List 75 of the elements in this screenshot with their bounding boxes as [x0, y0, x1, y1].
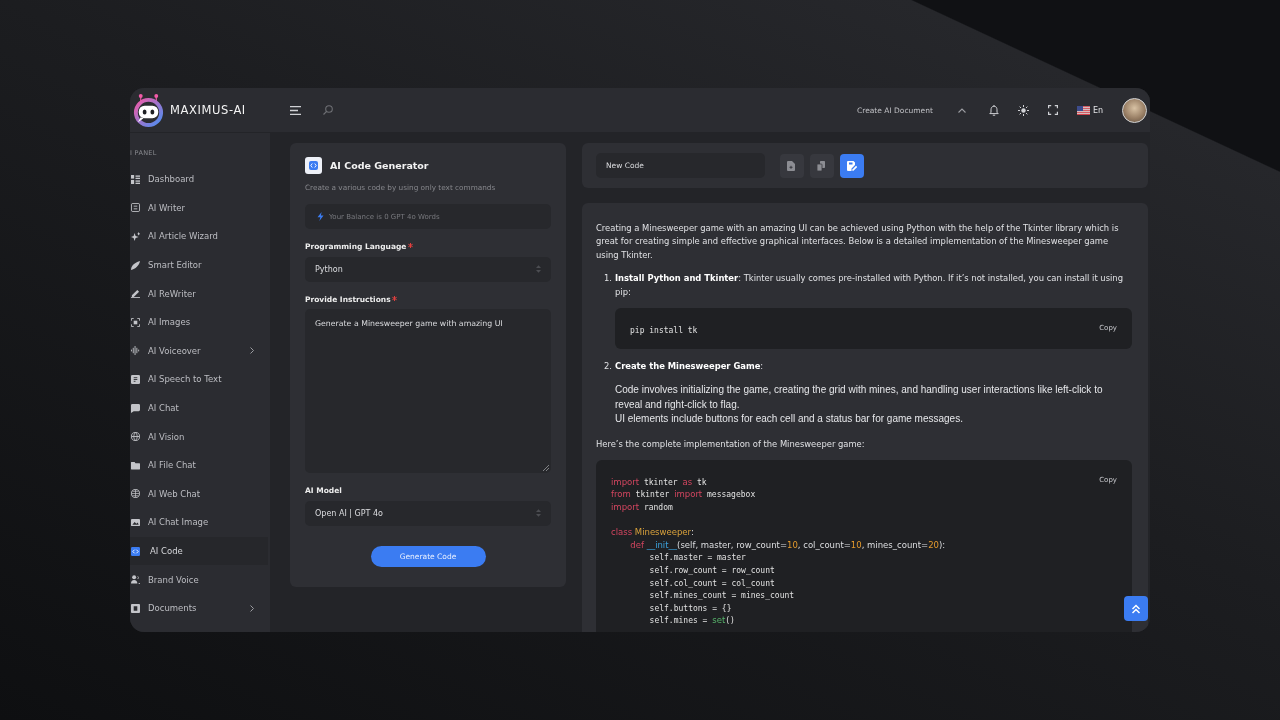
code-icon — [305, 157, 322, 174]
image-icon — [131, 317, 140, 327]
bell-icon[interactable] — [988, 104, 999, 116]
copy-icon — [817, 160, 827, 171]
avatar-placeholder[interactable] — [1122, 97, 1147, 123]
card-title: AI Code Generator — [330, 160, 429, 171]
output-paragraph: Creating a Minesweeper game with an amazing UI can be achieved using Python with the help of the Tkinter library which is great for creating simple and effective graphical interfaces. Below is a detailed implementation of the Minesweeper game using Tkinter. — [596, 222, 1120, 262]
globe-icon — [131, 432, 140, 442]
scroll-top-button[interactable] — [1124, 596, 1148, 621]
globe-icon — [131, 489, 140, 499]
caret-icon — [957, 107, 966, 113]
sidebar-item[interactable]: AI Chat — [130, 393, 268, 423]
file-button[interactable] — [780, 153, 804, 178]
sidebar-item[interactable]: AI ReWriter — [130, 279, 268, 308]
detail-text: UI elements include buttons for each cell and a status bar for game messages. — [615, 412, 964, 427]
code-line: self.master = master — [648, 552, 747, 562]
document-icon — [131, 203, 140, 213]
language-button[interactable]: En — [1076, 105, 1103, 115]
code-line: pip install tk — [630, 324, 699, 335]
edit-document-icon — [847, 160, 857, 171]
code-line: self.buttons = {} — [648, 602, 733, 613]
sidebar-item[interactable]: AI Article Wizard — [130, 222, 268, 251]
code-icon — [131, 546, 140, 556]
double-chevron-up-icon — [1131, 603, 1141, 614]
code-line: from tkinter import messagebox — [611, 488, 757, 499]
list-item-text: Install Python and Tkinter: Tkinter usually comes pre-installed with Python. If it’s not installed, you can install it using pip: — [615, 272, 1124, 299]
code-line: class Minesweeper: — [611, 526, 695, 537]
sidebar-item[interactable]: AI Web Chat — [130, 479, 268, 509]
edit-button[interactable] — [840, 153, 864, 178]
code-line: self.row_count = row_count — [648, 564, 776, 575]
sidebar-item[interactable]: AI Code — [130, 536, 268, 566]
detail-text: Code involves initializing the game, creating the grid with mines, and handling user interactions like left-click to reveal and right-click to flag. — [615, 383, 1104, 412]
sidebar-item[interactable]: AI Voiceover — [130, 336, 268, 366]
sun-icon[interactable] — [1017, 104, 1029, 116]
select-field[interactable]: Python — [305, 256, 551, 282]
sidebar-item[interactable]: Smart Editor — [130, 250, 268, 280]
code-line: self.col_count = col_count — [648, 577, 776, 588]
sidebar-item[interactable]: Brand Voice — [130, 565, 268, 594]
code-line: self.mines_count = mines_count — [648, 590, 796, 600]
resize-handle-icon — [543, 465, 549, 471]
select-field[interactable]: Open AI | GPT 4o — [305, 500, 551, 526]
code-line: self.mines = set() — [648, 614, 736, 625]
list-number: 2. — [603, 360, 613, 373]
code-line: import tkinter as tk — [611, 475, 708, 487]
list-item-text: Create the Minesweeper Game: — [615, 360, 765, 373]
fullscreen-icon[interactable] — [1047, 105, 1058, 115]
waveform-icon — [131, 346, 140, 356]
list-number: 1. — [603, 272, 613, 286]
sidebar-item[interactable]: Dashboard — [130, 165, 268, 194]
sidebar-item[interactable]: AI Writer — [130, 193, 268, 223]
search-icon[interactable] — [323, 105, 333, 115]
sidebar-item[interactable]: Documents — [130, 593, 268, 623]
pencil-icon — [131, 289, 140, 299]
grid-icon — [131, 174, 140, 184]
output-paragraph: Here’s the complete implementation of the Minesweeper game: — [596, 438, 866, 451]
lightning-icon — [317, 212, 324, 221]
code-line: def __init__(self, master, row_count=10, col_count=10, mines_count=20): — [629, 538, 947, 550]
logo-text: MAXIMUS-AI — [170, 103, 246, 117]
sort-arrows-icon — [536, 265, 541, 273]
chat-bubble-icon — [131, 403, 140, 413]
file-icon — [787, 160, 797, 171]
menu-icon[interactable] — [290, 105, 301, 115]
sidebar-item[interactable]: AI Chat Image — [130, 508, 268, 537]
brush-icon — [131, 260, 140, 270]
sidebar-item[interactable]: AI Images — [130, 307, 268, 337]
code-line: import random — [611, 500, 674, 512]
person-icon — [131, 575, 140, 585]
sparkle-icon — [131, 232, 140, 241]
sort-arrows-icon — [536, 509, 541, 517]
sidebar-item[interactable]: AI File Chat — [130, 450, 268, 480]
copy-button[interactable] — [810, 153, 834, 178]
sidebar-item[interactable]: AI Speech to Text — [130, 365, 268, 394]
flag-icon — [1076, 105, 1090, 115]
folder-icon — [131, 460, 140, 470]
sidebar-item[interactable]: AI Vision — [130, 422, 268, 451]
